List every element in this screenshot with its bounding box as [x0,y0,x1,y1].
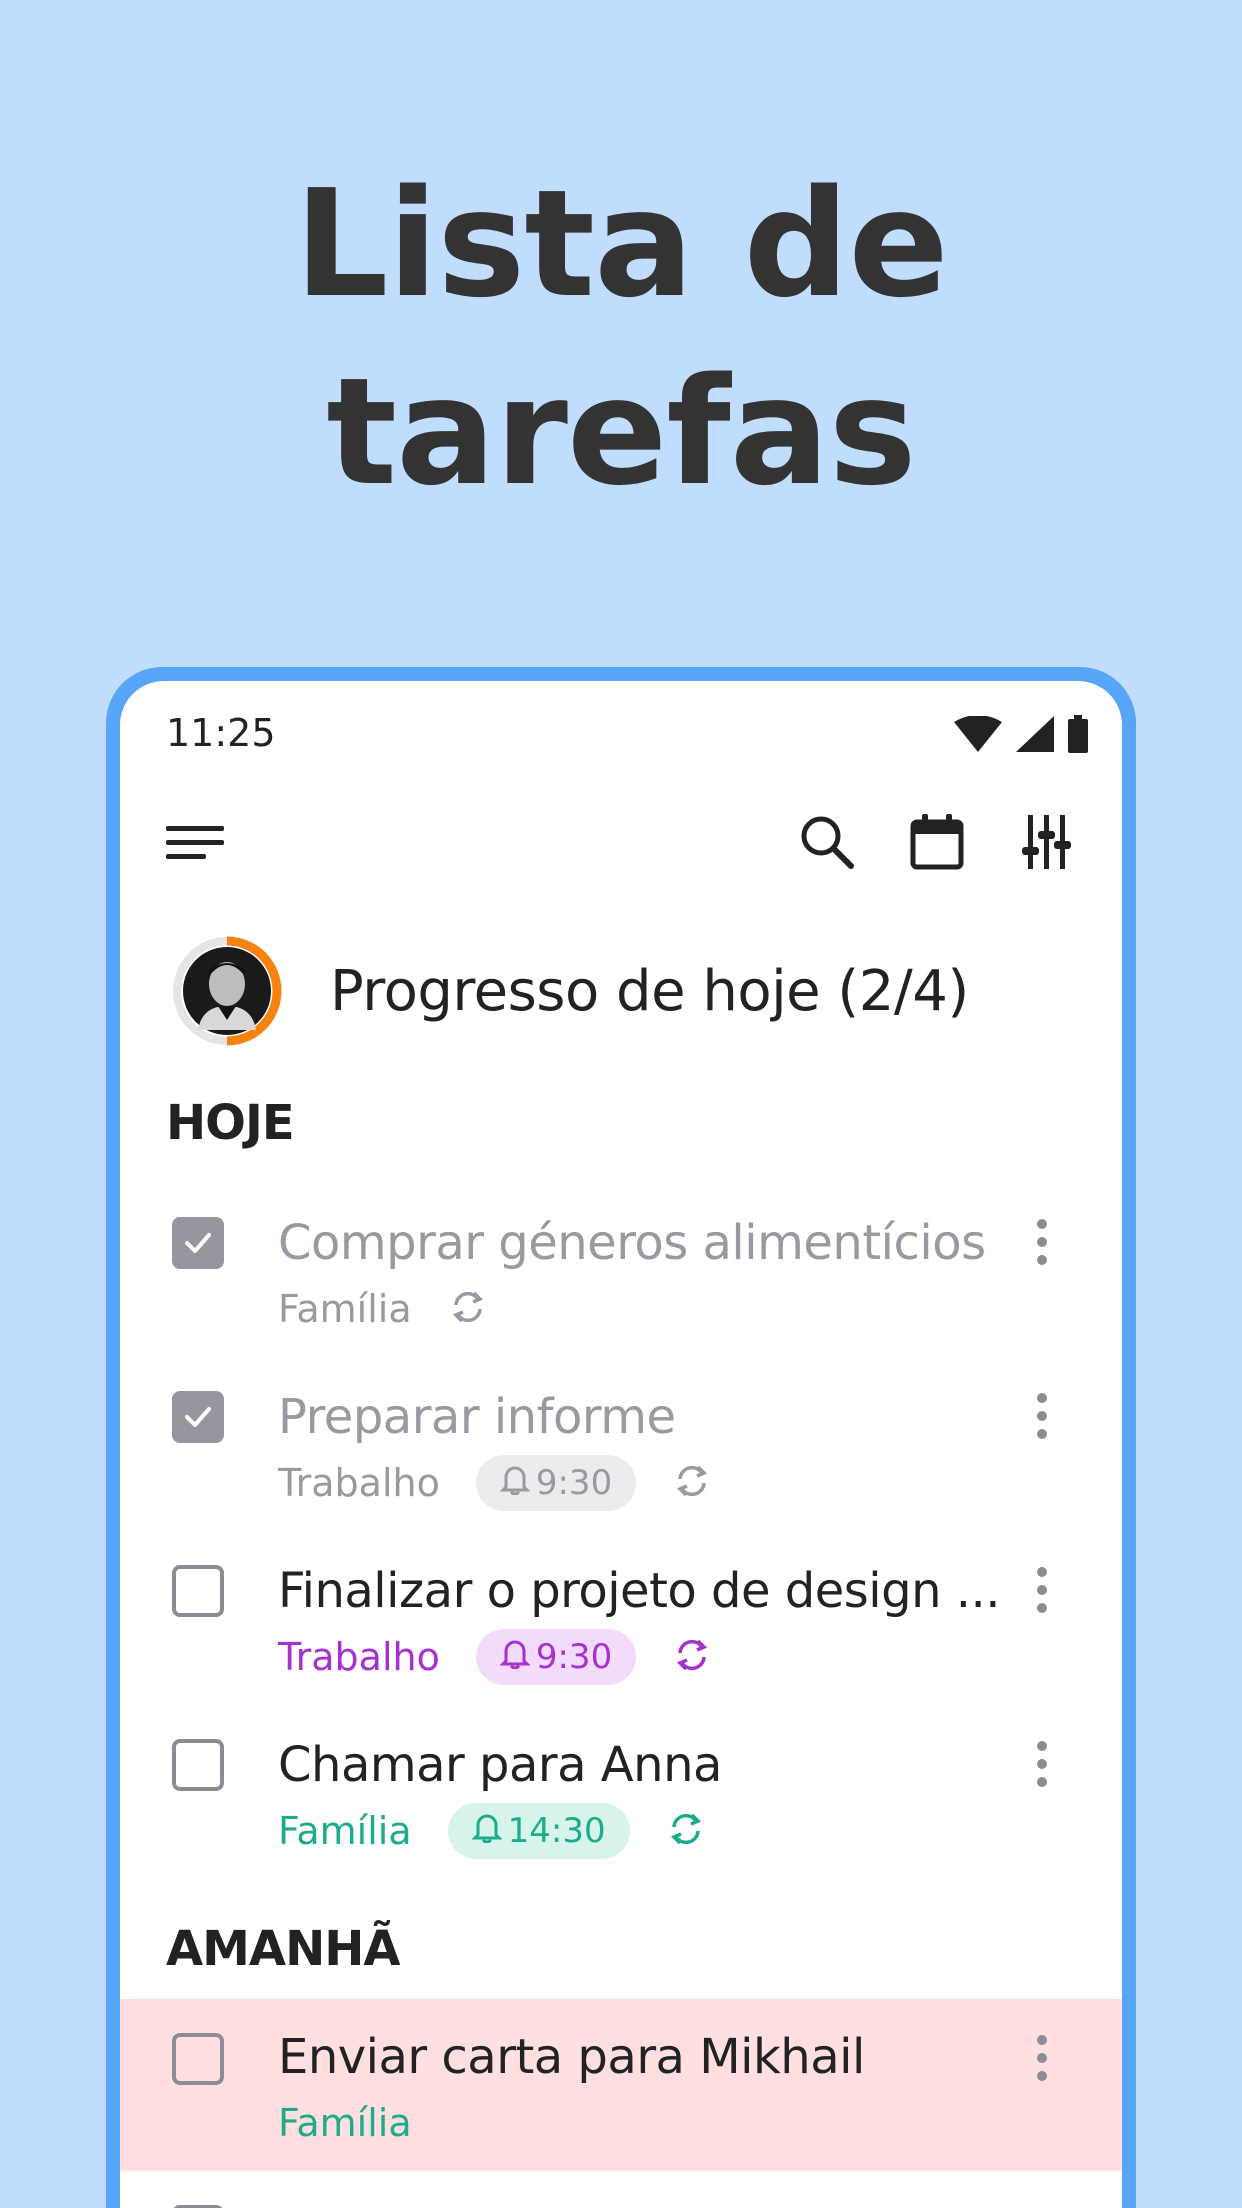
task-checkbox[interactable] [172,2033,224,2085]
task-item[interactable]: Enviar carta para Mikhail Família [120,1999,1122,2171]
menu-icon [166,822,224,867]
calendar-icon [910,813,964,875]
repeat-icon [448,1287,488,1332]
task-checkbox[interactable] [172,1739,224,1791]
progress-row[interactable]: Progresso de hoje (2/4) [172,931,969,1051]
task-more-button[interactable] [1022,2023,1062,2093]
task-item[interactable]: Chamar para Anna Família 14:30 [120,1729,1122,1903]
task-item[interactable] [120,2171,1122,2208]
section-title-today: HOJE [166,1095,295,1151]
status-time: 11:25 [166,711,276,755]
task-category: Família [278,2101,412,2145]
filter-button[interactable] [1012,809,1082,879]
repeat-icon [672,1635,712,1680]
task-meta: Família 14:30 [278,1803,706,1859]
battery-icon [1068,715,1088,758]
filter-icon [1022,814,1072,874]
wifi-icon [954,715,1002,757]
task-category: Trabalho [278,1635,440,1679]
progress-ring [172,936,282,1046]
phone-frame: 11:25 Progresso de hoje (2/4) HOJE Compr… [106,667,1136,2208]
task-category: Trabalho [278,1461,440,1505]
task-title: Finalizar o projeto de design ... [278,1563,1001,1619]
task-category: Família [278,1287,412,1331]
search-button[interactable] [792,809,862,879]
reminder-chip[interactable]: 9:30 [475,1629,637,1685]
signal-icon [1016,716,1054,757]
reminder-time: 14:30 [507,1811,606,1851]
task-more-button[interactable] [1022,1207,1062,1277]
reminder-time: 9:30 [535,1463,613,1503]
task-category: Família [278,1809,412,1853]
toolbar [120,791,1122,891]
task-title: Enviar carta para Mikhail [278,2029,865,2085]
status-bar: 11:25 [120,681,1122,761]
repeat-icon [672,1461,712,1506]
task-meta: Família [278,2095,412,2151]
reminder-chip[interactable]: 9:30 [475,1455,637,1511]
task-checkbox[interactable] [172,1565,224,1617]
task-checkbox[interactable] [172,1217,224,1269]
bell-icon [499,1637,531,1678]
search-icon [799,814,855,875]
section-title-tomorrow: AMANHÃ [166,1921,401,1977]
reminder-chip[interactable]: 14:30 [447,1803,630,1859]
bell-icon [499,1463,531,1504]
progress-label: Progresso de hoje (2/4) [330,958,969,1024]
task-meta: Trabalho 9:30 [278,1455,712,1511]
task-title: Comprar géneros alimentícios [278,1215,986,1271]
task-item[interactable]: Preparar informe Trabalho 9:30 [120,1381,1122,1555]
hero-title: Lista de tarefas [0,150,1242,526]
task-more-button[interactable] [1022,1555,1062,1625]
repeat-icon [666,1809,706,1854]
task-checkbox[interactable] [172,1391,224,1443]
task-item[interactable]: Comprar géneros alimentícios Família [120,1207,1122,1381]
status-icons [954,715,1088,758]
task-item[interactable]: Finalizar o projeto de design ... Trabal… [120,1555,1122,1729]
task-more-button[interactable] [1022,1381,1062,1451]
task-title: Preparar informe [278,1389,676,1445]
avatar [194,954,260,1035]
bell-icon [471,1811,503,1852]
task-more-button[interactable] [1022,1729,1062,1799]
task-meta: Família [278,1281,488,1337]
calendar-button[interactable] [902,809,972,879]
app-store-screenshot: Lista de tarefas 11:25 Progresso de hoje… [0,0,1242,2208]
task-meta: Trabalho 9:30 [278,1629,712,1685]
task-title: Chamar para Anna [278,1737,722,1793]
hero-title-line-1: Lista de [294,158,949,330]
phone-screen: 11:25 Progresso de hoje (2/4) HOJE Compr… [120,681,1122,2208]
menu-button[interactable] [160,809,230,879]
reminder-time: 9:30 [535,1637,613,1677]
hero-title-line-2: tarefas [326,346,916,518]
